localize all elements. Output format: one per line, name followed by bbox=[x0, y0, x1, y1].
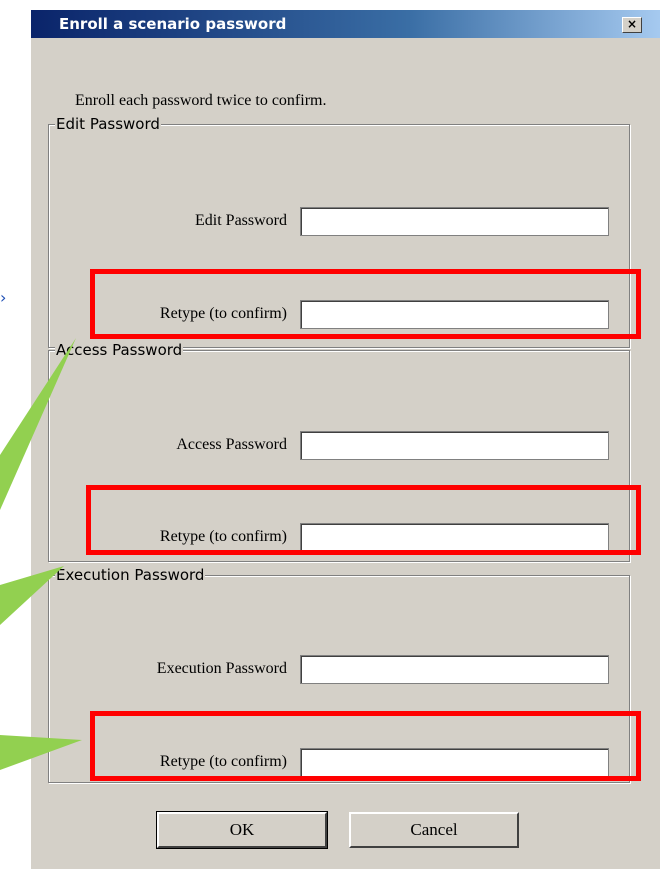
edit-retype-input[interactable] bbox=[300, 300, 609, 329]
execution-retype-input[interactable] bbox=[300, 748, 609, 777]
execution-retype-label: Retype (to confirm) bbox=[159, 753, 287, 770]
chevron-right-icon: › bbox=[0, 288, 7, 307]
edit-retype-label: Retype (to confirm) bbox=[159, 305, 287, 322]
execution-password-label: Execution Password bbox=[156, 660, 287, 677]
cancel-button[interactable]: Cancel bbox=[349, 812, 519, 848]
access-password-legend: Access Password bbox=[55, 341, 184, 359]
access-password-input[interactable] bbox=[300, 431, 609, 460]
access-password-label: Access Password bbox=[176, 436, 287, 453]
ok-button[interactable]: OK bbox=[156, 811, 328, 849]
access-retype-label: Retype (to confirm) bbox=[159, 528, 287, 545]
execution-password-legend: Execution Password bbox=[55, 566, 206, 584]
close-icon[interactable]: × bbox=[622, 17, 642, 33]
window-title: Enroll a scenario password bbox=[59, 15, 287, 33]
instruction-text: Enroll each password twice to confirm. bbox=[75, 92, 327, 109]
edit-password-label: Edit Password bbox=[195, 212, 287, 229]
execution-password-input[interactable] bbox=[300, 655, 609, 684]
edit-password-input[interactable] bbox=[300, 207, 609, 236]
title-bar[interactable]: Enroll a scenario password × bbox=[31, 10, 660, 38]
edit-password-legend: Edit Password bbox=[55, 115, 161, 133]
access-retype-input[interactable] bbox=[300, 523, 609, 552]
password-dialog: Enroll a scenario password × Enroll each… bbox=[30, 10, 660, 869]
